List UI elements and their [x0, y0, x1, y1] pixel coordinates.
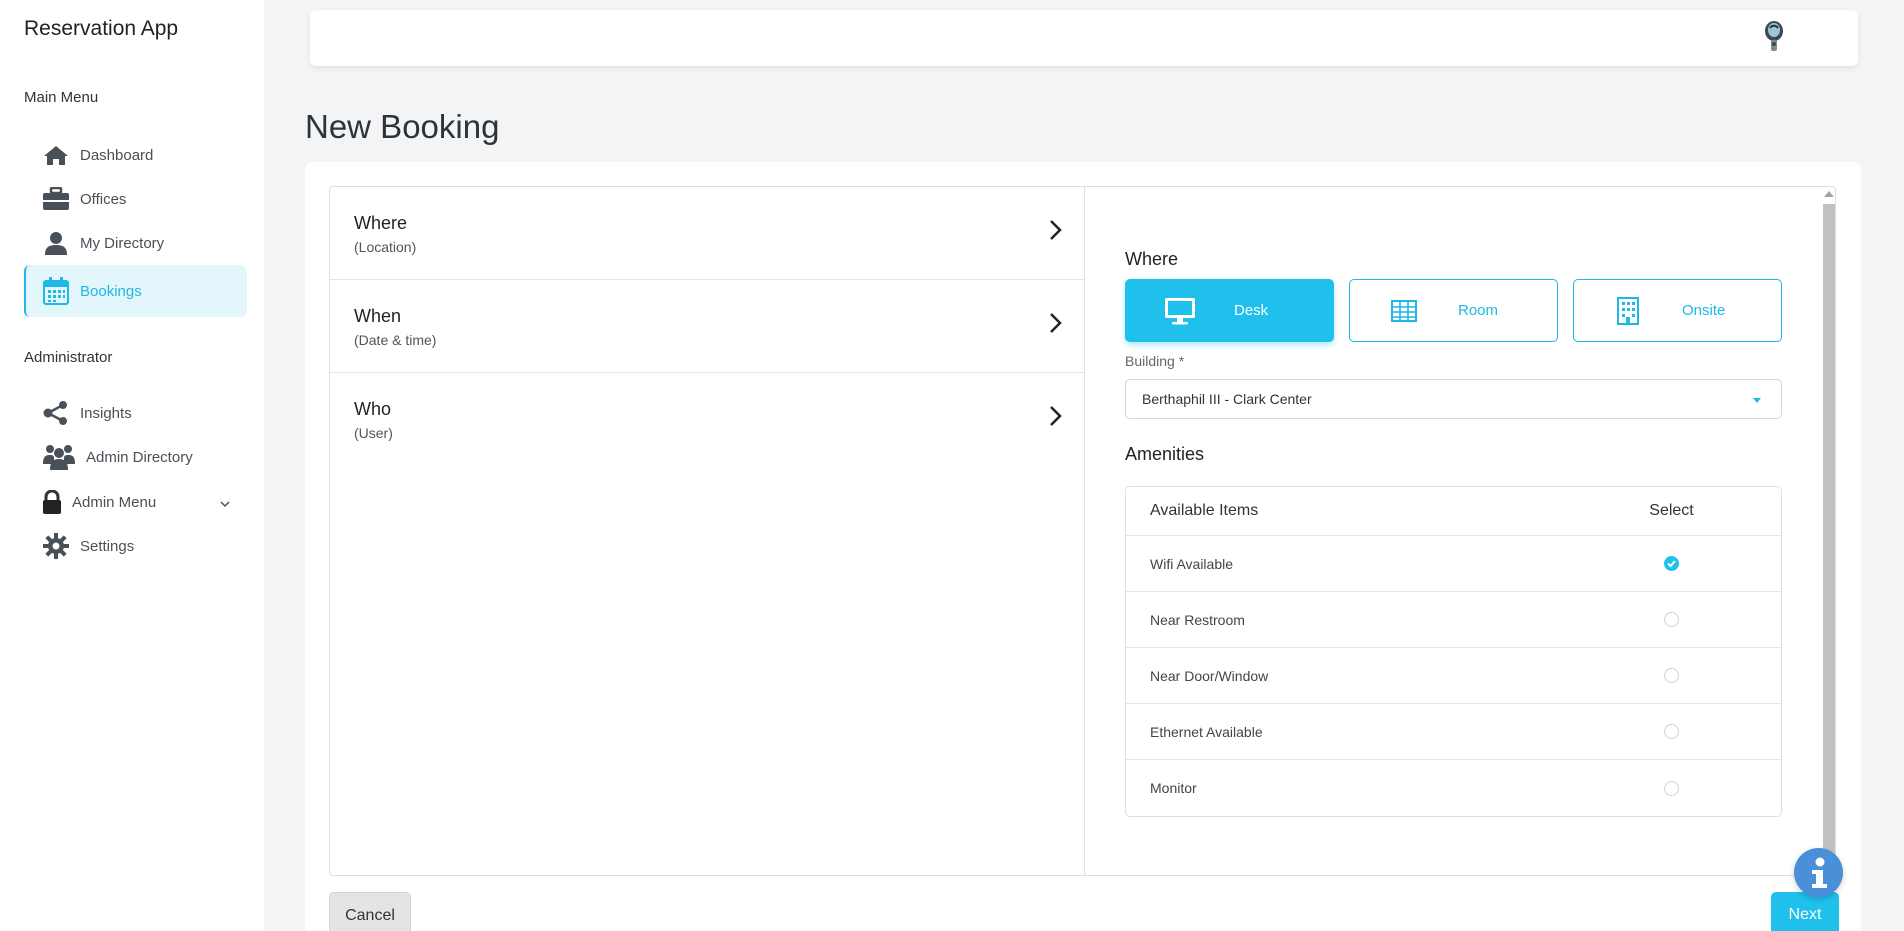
steps-panel: Where (Location) When (Date & time) Who …: [329, 186, 1085, 876]
scrollbar-thumb[interactable]: [1823, 204, 1835, 866]
wifi-available-radio[interactable]: [1664, 556, 1679, 571]
step-where[interactable]: Where (Location): [330, 187, 1085, 280]
step-when[interactable]: When (Date & time): [330, 280, 1085, 373]
sidebar-item-label: Settings: [80, 537, 135, 555]
amenity-label: Wifi Available: [1150, 555, 1234, 572]
check-icon: [1667, 560, 1676, 568]
sidebar-item-label: My Directory: [80, 234, 165, 252]
column-header-select: Select: [1649, 502, 1694, 519]
calendar-icon: [42, 277, 70, 305]
lock-icon: [42, 488, 62, 516]
type-label: Room: [1458, 302, 1499, 319]
building-select[interactable]: Berthaphil III - Clark Center: [1125, 379, 1782, 419]
step-subtitle: (Date & time): [354, 332, 437, 348]
building-label: Building *: [1125, 353, 1185, 369]
table-header: Available Items Select: [1126, 487, 1781, 536]
type-label: Onsite: [1682, 302, 1726, 319]
table-row: Ethernet Available: [1126, 704, 1781, 760]
step-subtitle: (User): [354, 425, 393, 441]
table-row: Near Restroom: [1126, 592, 1781, 648]
room-type-button[interactable]: Room: [1349, 279, 1558, 342]
table-row: Wifi Available: [1126, 536, 1781, 592]
amenity-label: Ethernet Available: [1150, 723, 1263, 740]
where-heading: Where: [1125, 249, 1179, 269]
sidebar-item-settings[interactable]: Settings: [24, 524, 247, 568]
table-row: Monitor: [1126, 760, 1781, 816]
near-restroom-radio[interactable]: [1664, 612, 1679, 627]
sidebar-item-offices[interactable]: Offices: [24, 177, 247, 221]
share-icon: [42, 399, 70, 427]
main-menu-label: Main Menu: [24, 89, 99, 106]
amenity-label: Monitor: [1150, 780, 1197, 796]
table-row: Near Door/Window: [1126, 648, 1781, 704]
sidebar-item-my-directory[interactable]: My Directory: [24, 221, 247, 265]
user-icon: [42, 229, 70, 257]
chevron-right-icon: [1049, 219, 1063, 246]
sidebar-item-label: Dashboard: [80, 146, 154, 164]
building-value: Berthaphil III - Clark Center: [1142, 391, 1312, 407]
next-button[interactable]: Next: [1771, 892, 1839, 931]
desk-type-button[interactable]: Desk: [1125, 279, 1334, 342]
cancel-button[interactable]: Cancel: [329, 892, 411, 931]
step-subtitle: (Location): [354, 239, 417, 255]
onsite-type-button[interactable]: Onsite: [1573, 279, 1782, 342]
sidebar-item-label: Admin Menu: [72, 493, 157, 511]
amenity-label: Near Restroom: [1150, 611, 1245, 628]
monitor-icon: [1164, 295, 1196, 327]
info-icon[interactable]: [1794, 848, 1843, 897]
caret-down-icon: [1753, 398, 1761, 403]
sidebar-item-bookings[interactable]: Bookings: [24, 265, 247, 317]
sidebar-item-admin-directory[interactable]: Admin Directory: [24, 435, 247, 479]
step-title: Who: [354, 399, 392, 419]
building-icon: [1612, 295, 1644, 327]
home-icon: [42, 141, 70, 169]
user-avatar-icon[interactable]: [1762, 20, 1792, 54]
chevron-right-icon: [1049, 405, 1063, 432]
page-title: New Booking: [305, 108, 500, 145]
amenity-label: Near Door/Window: [1150, 667, 1269, 684]
sidebar-item-label: Insights: [80, 404, 132, 422]
sidebar-item-label: Admin Directory: [86, 448, 193, 466]
ethernet-available-radio[interactable]: [1664, 724, 1679, 739]
sidebar-item-admin-menu[interactable]: Admin Menu: [24, 480, 247, 524]
app-title: Reservation App: [24, 17, 179, 40]
step-who[interactable]: Who (User): [330, 373, 1085, 466]
top-bar: [310, 10, 1858, 66]
chevron-down-icon[interactable]: [219, 495, 231, 512]
monitor-radio[interactable]: [1664, 780, 1679, 796]
briefcase-icon: [42, 185, 70, 213]
chevron-right-icon: [1049, 312, 1063, 339]
sidebar-item-dashboard[interactable]: Dashboard: [24, 133, 247, 177]
sidebar-item-label: Offices: [80, 190, 127, 208]
gear-icon: [42, 532, 70, 560]
step-title: Where: [354, 213, 408, 233]
column-header-items: Available Items: [1150, 502, 1259, 519]
administrator-label: Administrator: [24, 349, 113, 366]
type-label: Desk: [1234, 302, 1269, 319]
sidebar-item-insights[interactable]: Insights: [24, 391, 247, 435]
amenities-heading: Amenities: [1125, 444, 1205, 464]
grid-icon: [1388, 295, 1420, 327]
step-title: When: [354, 306, 402, 326]
amenities-table: Available Items Select Wifi Available Ne…: [1125, 486, 1782, 817]
users-icon: [42, 443, 76, 471]
sidebar: Reservation App Main Menu Dashboard Offi…: [0, 0, 264, 931]
near-door-window-radio[interactable]: [1664, 668, 1679, 683]
sidebar-item-label: Bookings: [80, 282, 142, 300]
scroll-up-arrow[interactable]: [1824, 191, 1834, 197]
